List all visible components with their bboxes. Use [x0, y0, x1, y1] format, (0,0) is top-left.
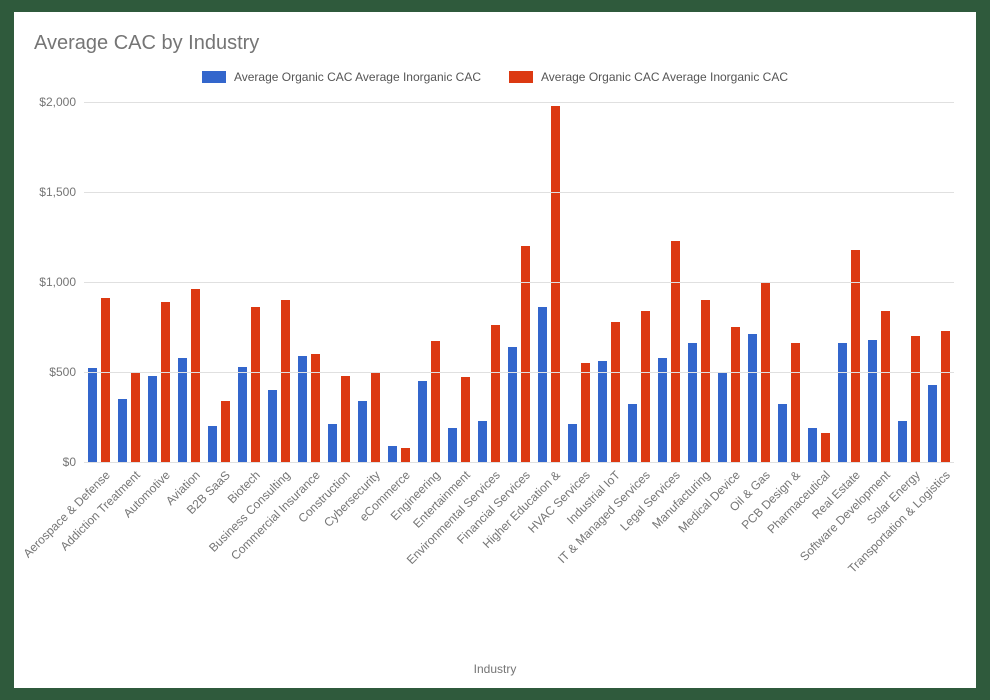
grid-line	[84, 372, 954, 373]
legend: Average Organic CAC Average Inorganic CA…	[14, 70, 976, 84]
bar-organic	[808, 428, 817, 462]
bar-organic	[718, 372, 727, 462]
bar-inorganic	[461, 377, 470, 462]
bar-inorganic	[491, 325, 500, 462]
bar-organic	[838, 343, 847, 462]
bar-inorganic	[161, 302, 170, 462]
bar-inorganic	[611, 322, 620, 462]
bar-inorganic	[821, 433, 830, 462]
bar-inorganic	[581, 363, 590, 462]
bar-inorganic	[731, 327, 740, 462]
bar-organic	[658, 358, 667, 462]
bar-inorganic	[791, 343, 800, 462]
y-tick-label: $2,000	[39, 95, 76, 109]
grid-line	[84, 102, 954, 103]
bar-organic	[928, 385, 937, 462]
legend-item-inorganic: Average Organic CAC Average Inorganic CA…	[509, 70, 788, 84]
bar-organic	[418, 381, 427, 462]
bar-inorganic	[431, 341, 440, 462]
bar-organic	[268, 390, 277, 462]
bar-organic	[448, 428, 457, 462]
bar-organic	[118, 399, 127, 462]
bar-organic	[508, 347, 517, 462]
bar-organic	[778, 404, 787, 462]
bar-organic	[88, 368, 97, 462]
grid-line	[84, 462, 954, 463]
bar-inorganic	[281, 300, 290, 462]
bar-inorganic	[881, 311, 890, 462]
bar-inorganic	[521, 246, 530, 462]
bar-inorganic	[671, 241, 680, 462]
bar-organic	[688, 343, 697, 462]
x-axis-title: Industry	[14, 662, 976, 676]
bar-inorganic	[251, 307, 260, 462]
y-tick-label: $1,500	[39, 185, 76, 199]
y-tick-label: $0	[63, 455, 76, 469]
bar-organic	[898, 421, 907, 462]
bar-organic	[478, 421, 487, 462]
chart-title: Average CAC by Industry	[34, 32, 259, 55]
bar-inorganic	[101, 298, 110, 462]
bar-organic	[628, 404, 637, 462]
grid-line	[84, 282, 954, 283]
bar-organic	[358, 401, 367, 462]
bar-organic	[568, 424, 577, 462]
bar-organic	[748, 334, 757, 462]
bar-inorganic	[641, 311, 650, 462]
bar-organic	[868, 340, 877, 462]
bar-inorganic	[371, 372, 380, 462]
legend-swatch-organic	[202, 71, 226, 83]
x-axis-labels: Aerospace & DefenseAddiction TreatmentAu…	[84, 466, 954, 666]
bar-organic	[388, 446, 397, 462]
chart-container: Average CAC by Industry Average Organic …	[14, 12, 976, 688]
grid-line	[84, 192, 954, 193]
bar-inorganic	[911, 336, 920, 462]
bar-organic	[148, 376, 157, 462]
legend-label-organic: Average Organic CAC Average Inorganic CA…	[234, 70, 481, 84]
bar-inorganic	[551, 106, 560, 462]
y-tick-label: $1,000	[39, 275, 76, 289]
legend-item-organic: Average Organic CAC Average Inorganic CA…	[202, 70, 481, 84]
bar-organic	[238, 367, 247, 462]
legend-label-inorganic: Average Organic CAC Average Inorganic CA…	[541, 70, 788, 84]
y-tick-label: $500	[49, 365, 76, 379]
bar-inorganic	[221, 401, 230, 462]
bar-inorganic	[701, 300, 710, 462]
bar-organic	[178, 358, 187, 462]
bar-organic	[538, 307, 547, 462]
bar-organic	[328, 424, 337, 462]
legend-swatch-inorganic	[509, 71, 533, 83]
bar-inorganic	[341, 376, 350, 462]
bar-inorganic	[941, 331, 950, 462]
bar-organic	[208, 426, 217, 462]
bar-inorganic	[131, 372, 140, 462]
bar-organic	[598, 361, 607, 462]
bar-inorganic	[191, 289, 200, 462]
bar-inorganic	[311, 354, 320, 462]
plot-area: $0$500$1,000$1,500$2,000	[84, 102, 954, 462]
bar-inorganic	[401, 448, 410, 462]
